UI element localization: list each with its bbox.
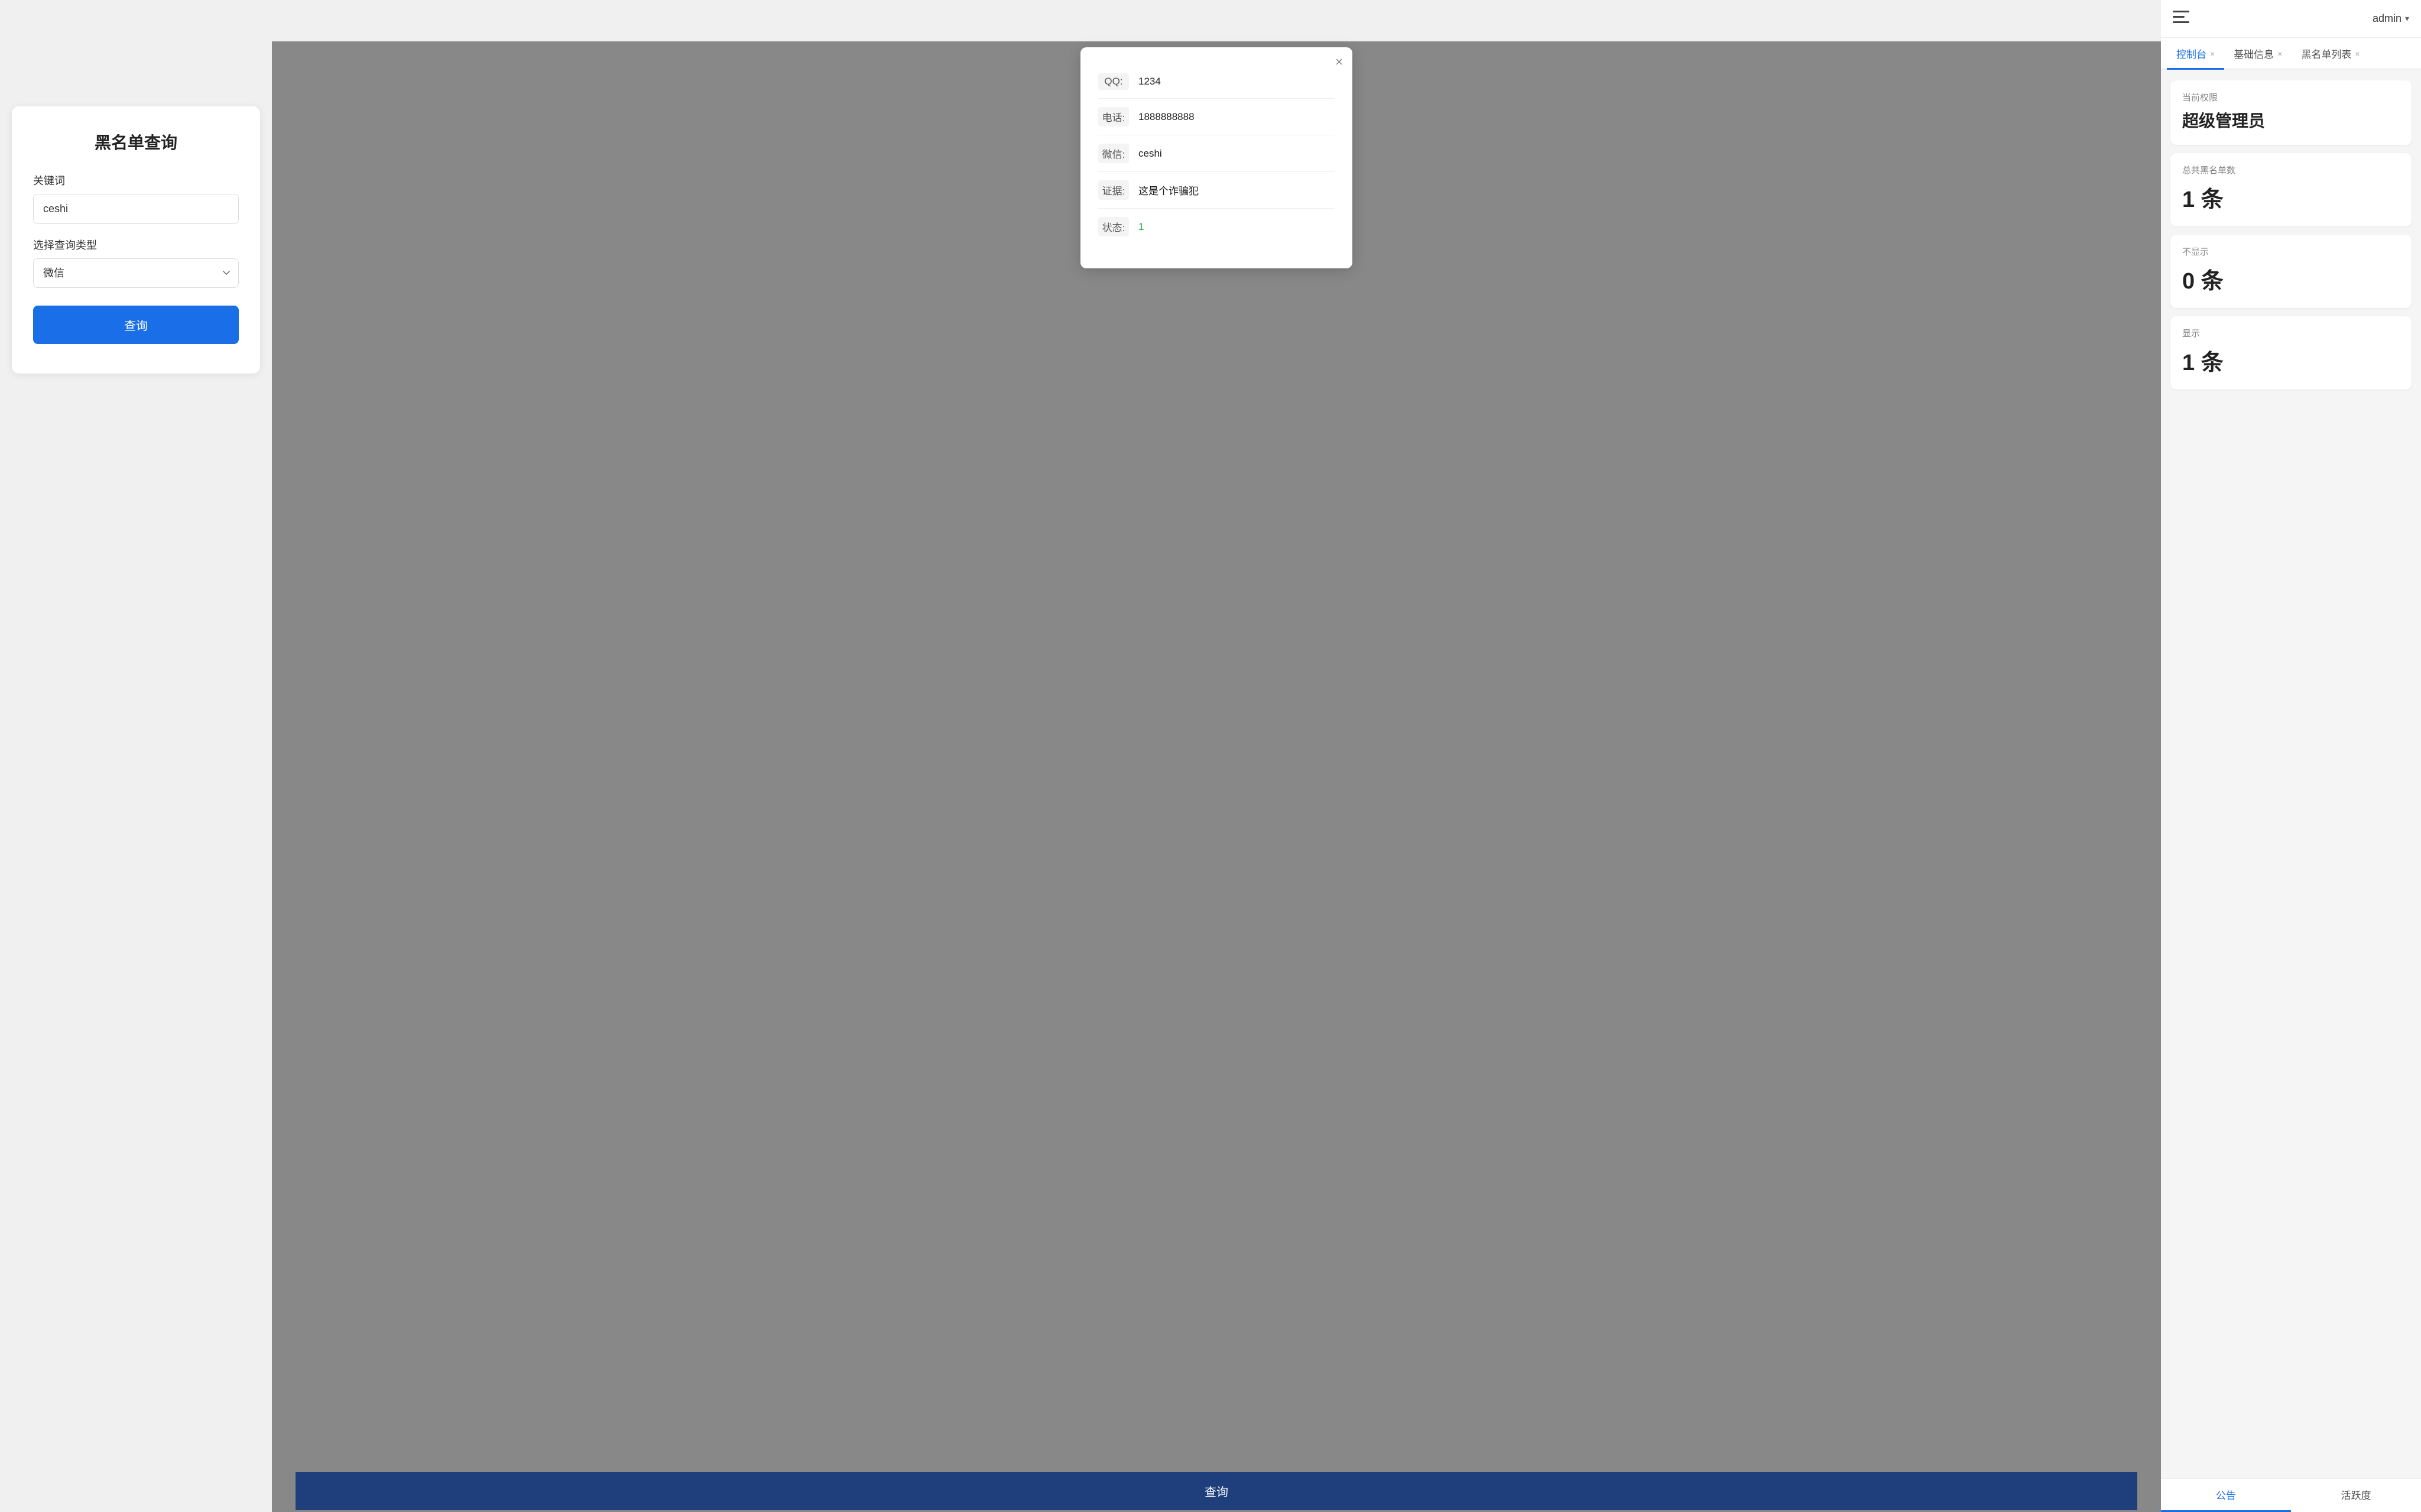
right-body: 当前权限 超级管理员 总共黑名单数 1 条 不显示 0 条 显示 1 条 <box>2161 70 2421 1478</box>
tab-dashboard-label: 控制台 <box>2176 46 2206 61</box>
tab-basic-info-label: 基础信息 <box>2234 46 2274 61</box>
stat-total-value: 1 条 <box>2182 181 2400 213</box>
stat-card-hidden: 不显示 0 条 <box>2170 235 2412 308</box>
modal-evidence-value: 这是个诈骗犯 <box>1138 183 1199 197</box>
bottom-tab-activity[interactable]: 活跃度 <box>2291 1479 2421 1512</box>
stat-total-sub: 总共黑名单数 <box>2182 164 2400 176</box>
tab-dashboard[interactable]: 控制台 × <box>2167 38 2224 70</box>
tab-basic-info[interactable]: 基础信息 × <box>2224 38 2292 70</box>
stat-card-permission: 当前权限 超级管理员 <box>2170 80 2412 145</box>
bottom-tab-announcement[interactable]: 公告 <box>2161 1479 2291 1512</box>
right-header: admin ▾ <box>2161 0 2421 38</box>
stat-hidden-sub: 不显示 <box>2182 245 2400 258</box>
modal-row-status: 状态: 1 <box>1098 209 1335 245</box>
middle-content: × QQ: 1234 电话: 1888888888 微信: ceshi 证据: … <box>272 41 2161 1512</box>
stat-visible-value: 1 条 <box>2182 344 2400 377</box>
admin-menu[interactable]: admin ▾ <box>2373 12 2409 25</box>
bottom-tab-activity-label: 活跃度 <box>2341 1490 2371 1501</box>
modal-row-phone: 电话: 1888888888 <box>1098 99 1335 135</box>
chevron-down-icon: ▾ <box>2405 14 2409 24</box>
middle-panel: × QQ: 1234 电话: 1888888888 微信: ceshi 证据: … <box>272 0 2161 1512</box>
left-query-button[interactable]: 查询 <box>33 306 239 344</box>
keyword-input[interactable] <box>33 194 239 224</box>
modal-wechat-label: 微信: <box>1098 144 1129 163</box>
modal-wechat-value: ceshi <box>1138 148 1162 160</box>
modal-qq-value: 1234 <box>1138 76 1161 87</box>
tab-blacklist[interactable]: 黑名单列表 × <box>2292 38 2369 70</box>
tabs-bar: 控制台 × 基础信息 × 黑名单列表 × <box>2161 38 2421 70</box>
modal-row-qq: QQ: 1234 <box>1098 65 1335 99</box>
stat-permission-sub: 当前权限 <box>2182 91 2400 103</box>
modal-overlay: × QQ: 1234 电话: 1888888888 微信: ceshi 证据: … <box>272 41 2161 1512</box>
keyword-label: 关键词 <box>33 173 239 188</box>
right-panel: admin ▾ 控制台 × 基础信息 × 黑名单列表 × 当前权限 超级管理员 … <box>2161 0 2421 1512</box>
left-panel: 黑名单查询 关键词 选择查询类型 微信 QQ 电话 查询 <box>0 0 272 1512</box>
modal-evidence-label: 证据: <box>1098 180 1129 200</box>
modal-close-button[interactable]: × <box>1335 56 1343 69</box>
bottom-tabs: 公告 活跃度 <box>2161 1478 2421 1512</box>
query-card-title: 黑名单查询 <box>33 130 239 154</box>
modal-status-value: 1 <box>1138 221 1144 233</box>
tab-blacklist-close[interactable]: × <box>2355 49 2360 59</box>
stat-permission-value: 超级管理员 <box>2182 108 2400 132</box>
middle-top-bg <box>272 0 2161 41</box>
tab-dashboard-close[interactable]: × <box>2210 49 2215 59</box>
bottom-tab-announcement-label: 公告 <box>2216 1490 2236 1501</box>
tab-basic-info-close[interactable]: × <box>2277 49 2282 59</box>
modal-row-evidence: 证据: 这是个诈骗犯 <box>1098 172 1335 209</box>
middle-query-button[interactable]: 查询 <box>296 1472 2137 1510</box>
stat-visible-sub: 显示 <box>2182 327 2400 339</box>
menu-icon[interactable] <box>2173 11 2189 27</box>
modal-qq-label: QQ: <box>1098 73 1129 90</box>
result-modal: × QQ: 1234 电话: 1888888888 微信: ceshi 证据: … <box>1080 47 1352 268</box>
modal-row-wechat: 微信: ceshi <box>1098 135 1335 172</box>
stat-card-visible: 显示 1 条 <box>2170 316 2412 390</box>
stat-hidden-value: 0 条 <box>2182 262 2400 295</box>
modal-status-label: 状态: <box>1098 217 1129 236</box>
query-card: 黑名单查询 关键词 选择查询类型 微信 QQ 电话 查询 <box>12 106 260 374</box>
query-type-select[interactable]: 微信 QQ 电话 <box>33 258 239 288</box>
admin-label: admin <box>2373 12 2401 25</box>
modal-phone-label: 电话: <box>1098 107 1129 126</box>
stat-card-total: 总共黑名单数 1 条 <box>2170 153 2412 226</box>
query-type-label: 选择查询类型 <box>33 237 239 252</box>
tab-blacklist-label: 黑名单列表 <box>2301 46 2351 61</box>
modal-phone-value: 1888888888 <box>1138 111 1195 123</box>
